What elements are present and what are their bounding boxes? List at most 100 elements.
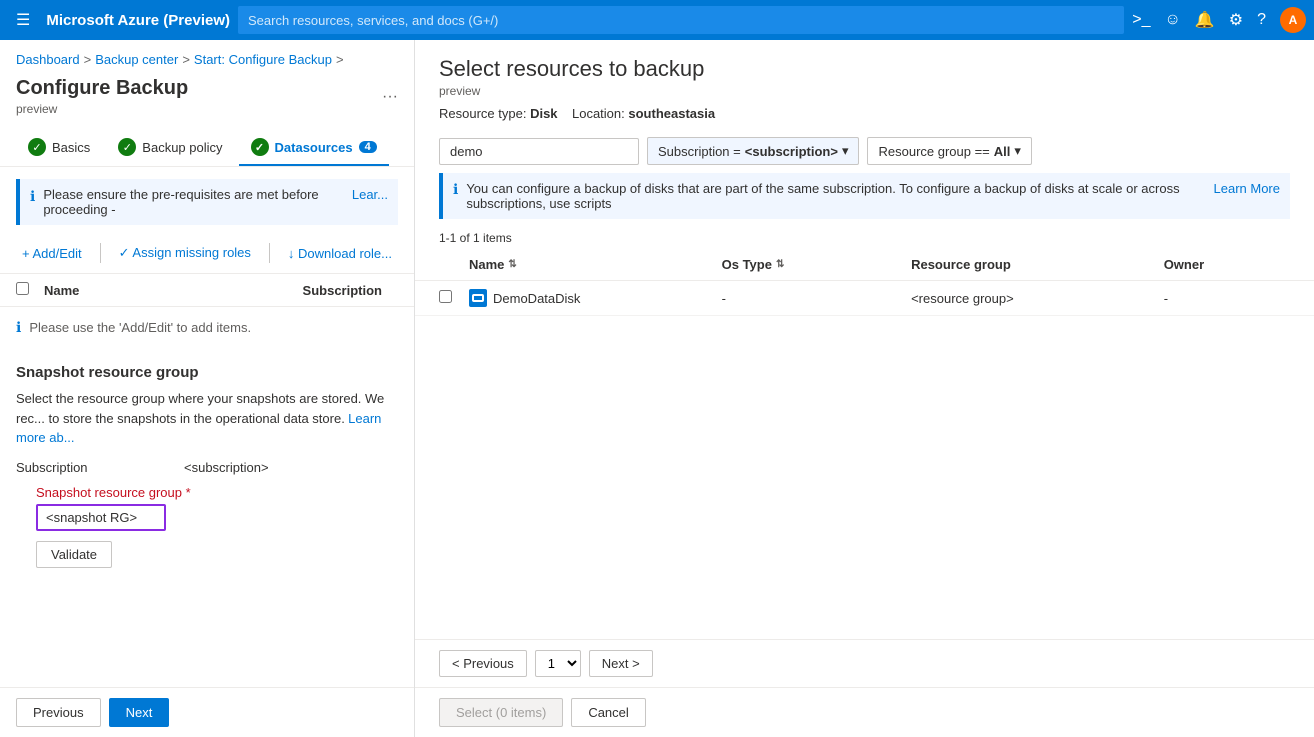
name-sort-icon: ⇅ [508, 259, 516, 270]
rg-filter-value: All [994, 144, 1011, 159]
hamburger-icon[interactable]: ☰ [8, 6, 38, 34]
rg-filter-chip[interactable]: Resource group == All ▾ [867, 137, 1031, 165]
flyout-info-bar: ℹ You can configure a backup of disks th… [439, 173, 1290, 219]
bottom-navigation: Previous Next [0, 687, 414, 737]
datasources-check-icon: ✓ [251, 138, 269, 156]
previous-page-button[interactable]: < Previous [439, 650, 527, 677]
table-empty-state: ℹ Please use the 'Add/Edit' to add items… [0, 307, 414, 348]
resource-table-header: Name ⇅ Os Type ⇅ Resource group Owner [415, 249, 1314, 281]
col-header-name: Name [44, 283, 209, 298]
datasource-toolbar: + Add/Edit ✓ Assign missing roles ↓ Down… [0, 237, 414, 274]
flyout-title: Select resources to backup [439, 56, 1290, 82]
subscription-filter-chip[interactable]: Subscription = <subscription> ▾ [647, 137, 859, 165]
result-count: 1-1 of 1 items [415, 227, 1314, 249]
basics-check-icon: ✓ [28, 138, 46, 156]
validate-row: Validate [36, 541, 398, 568]
basics-tab-label: Basics [52, 140, 90, 155]
info-text: Please ensure the pre-requisites are met… [43, 187, 344, 217]
subscription-label: Subscription [16, 460, 176, 475]
subscription-value: <subscription> [184, 460, 269, 475]
toolbar-separator-2 [269, 243, 270, 263]
select-items-button: Select (0 items) [439, 698, 563, 727]
top-navigation: ☰ Microsoft Azure (Preview) >_ ☺ 🔔 ⚙ ? A [0, 0, 1314, 40]
page-title: Configure Backup [16, 77, 398, 100]
next-page-button[interactable]: Next > [589, 650, 653, 677]
required-asterisk: * [186, 485, 191, 500]
subscription-filter-value: <subscription> [745, 144, 838, 159]
flyout-meta-location-value: southeastasia [628, 106, 715, 121]
breadcrumb: Dashboard > Backup center > Start: Confi… [0, 40, 414, 71]
info-bar: ℹ Please ensure the pre-requisites are m… [16, 179, 398, 225]
table-checkbox-all[interactable] [16, 282, 36, 298]
feedback-icon[interactable]: ☺ [1164, 11, 1180, 29]
table-row[interactable]: DemoDataDisk - <resource group> - [415, 281, 1314, 316]
snapshot-rg-label: Snapshot resource group * [36, 485, 398, 500]
resource-col-owner-header: Owner [1164, 257, 1290, 272]
resource-table: Name ⇅ Os Type ⇅ Resource group Owner [415, 249, 1314, 639]
validate-button[interactable]: Validate [36, 541, 112, 568]
breadcrumb-backup-center[interactable]: Backup center [95, 52, 178, 67]
col-header-subscription: Subscription [217, 283, 398, 298]
flyout-actions: Select (0 items) Cancel [415, 687, 1314, 737]
empty-state-icon: ℹ [16, 319, 21, 336]
page-select[interactable]: 1 [535, 650, 581, 677]
global-search-input[interactable] [238, 6, 1124, 34]
page-subtitle: preview [16, 102, 398, 116]
info-link[interactable]: Lear... [352, 187, 388, 202]
app-title: Microsoft Azure (Preview) [46, 12, 230, 29]
snapshot-section: Snapshot resource group Select the resou… [0, 348, 414, 584]
resource-search-input[interactable] [439, 138, 639, 165]
backup-policy-tab-label: Backup policy [142, 140, 222, 155]
bell-icon[interactable]: 🔔 [1195, 10, 1215, 30]
row-name-cell: DemoDataDisk [469, 289, 722, 307]
breadcrumb-sep-3: > [336, 52, 344, 67]
tab-basics[interactable]: ✓ Basics [16, 130, 102, 166]
select-all-checkbox[interactable] [16, 282, 29, 295]
table-header: Name Subscription [0, 274, 414, 307]
info-icon: ℹ [30, 188, 35, 205]
more-options-icon[interactable]: ··· [382, 88, 398, 106]
snapshot-section-title: Snapshot resource group [16, 364, 398, 381]
snapshot-section-desc: Select the resource group where your sna… [16, 389, 398, 448]
empty-state-text: Please use the 'Add/Edit' to add items. [29, 320, 251, 335]
add-edit-button[interactable]: + Add/Edit [16, 242, 88, 265]
tab-backup-policy[interactable]: ✓ Backup policy [106, 130, 234, 166]
snapshot-rg-input[interactable] [36, 504, 166, 531]
next-button[interactable]: Next [109, 698, 170, 727]
right-panel: Select resources to backup preview Resou… [415, 40, 1314, 737]
resource-table-body: DemoDataDisk - <resource group> - [415, 281, 1314, 316]
flyout-info-text: You can configure a backup of disks that… [466, 181, 1201, 211]
previous-button[interactable]: Previous [16, 698, 101, 727]
flyout-learn-more-link[interactable]: Learn More [1214, 181, 1280, 196]
flyout-meta-location-label: Location: [572, 106, 625, 121]
rg-filter-label: Resource group == [878, 144, 989, 159]
snapshot-rg-field-wrapper [36, 504, 398, 531]
subscription-filter-label: Subscription = [658, 144, 741, 159]
help-icon[interactable]: ? [1257, 11, 1266, 29]
breadcrumb-dashboard[interactable]: Dashboard [16, 52, 80, 67]
topnav-icons: >_ ☺ 🔔 ⚙ ? A [1132, 7, 1306, 33]
ostype-sort-icon: ⇅ [776, 259, 784, 270]
row-checkbox[interactable] [439, 290, 452, 303]
resource-col-rg-header: Resource group [911, 257, 1164, 272]
settings-icon[interactable]: ⚙ [1229, 10, 1243, 30]
breadcrumb-start-configure[interactable]: Start: Configure Backup [194, 52, 332, 67]
row-checkbox-wrapper[interactable] [439, 290, 469, 306]
resource-col-ostype-header[interactable]: Os Type ⇅ [722, 257, 911, 272]
avatar[interactable]: A [1280, 7, 1306, 33]
resource-col-name-header[interactable]: Name ⇅ [469, 257, 722, 272]
subscription-row: Subscription <subscription> [16, 460, 398, 475]
subscription-filter-dropdown-icon: ▾ [842, 143, 849, 159]
row-name-value: DemoDataDisk [493, 291, 580, 306]
terminal-icon[interactable]: >_ [1132, 11, 1150, 29]
datasources-tab-label: Datasources [275, 140, 353, 155]
backup-policy-check-icon: ✓ [118, 138, 136, 156]
breadcrumb-sep-2: > [182, 52, 190, 67]
assign-roles-button[interactable]: ✓ Assign missing roles [113, 241, 257, 265]
disk-icon-inner [472, 294, 484, 302]
cancel-button[interactable]: Cancel [571, 698, 645, 727]
tab-datasources[interactable]: ✓ Datasources 4 [239, 130, 389, 166]
flyout-meta: Resource type: Disk Location: southeasta… [439, 106, 1290, 121]
wizard-tabs: ✓ Basics ✓ Backup policy ✓ Datasources 4 [0, 118, 414, 167]
download-button[interactable]: ↓ Download role... [282, 242, 398, 265]
